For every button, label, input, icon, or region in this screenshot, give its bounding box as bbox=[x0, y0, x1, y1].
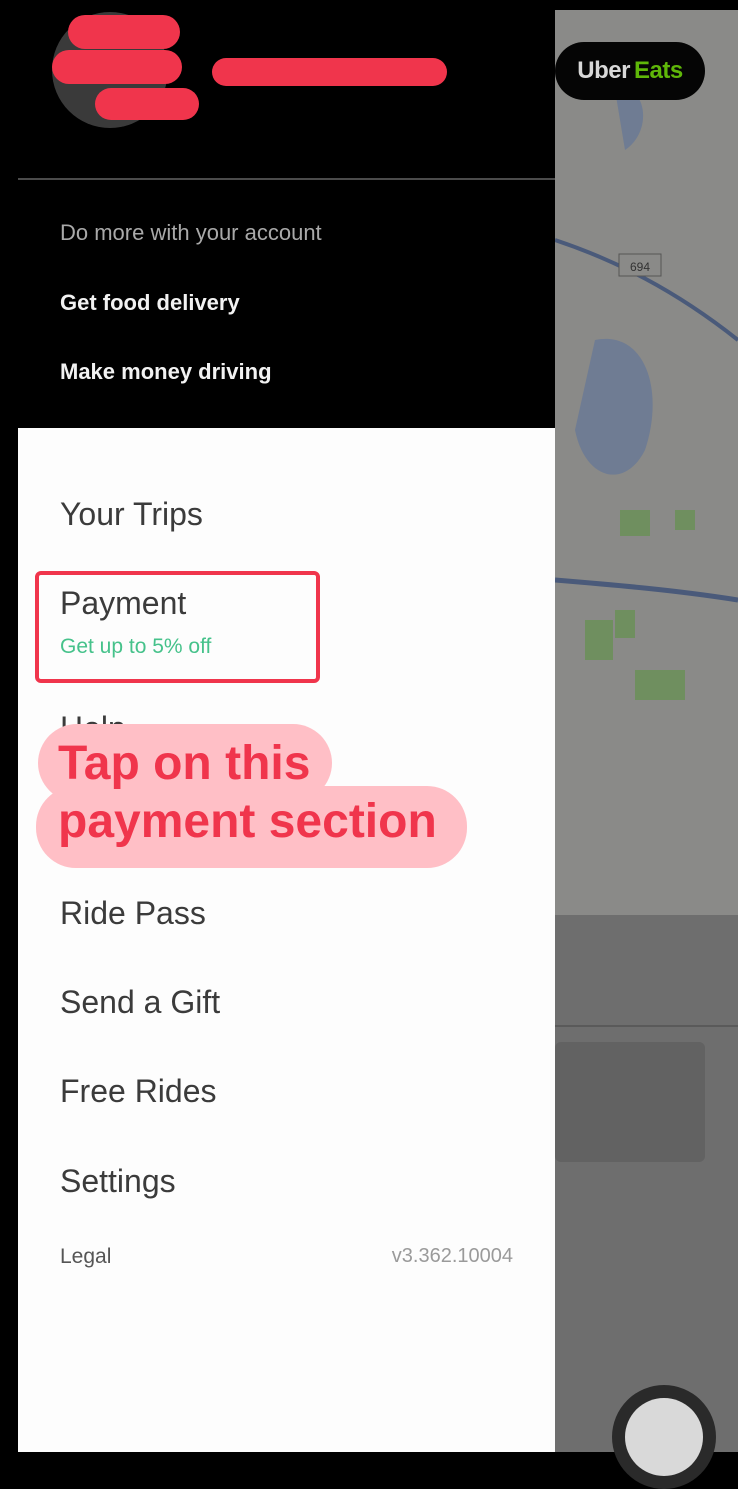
uber-eats-button[interactable]: Uber Eats bbox=[555, 42, 705, 100]
uber-eats-brand-uber: Uber bbox=[577, 57, 630, 84]
make-money-driving-link[interactable]: Make money driving bbox=[60, 359, 272, 385]
menu-item-your-trips[interactable]: Your Trips bbox=[60, 496, 203, 533]
menu-item-ride-pass[interactable]: Ride Pass bbox=[60, 895, 206, 932]
legal-link[interactable]: Legal bbox=[60, 1245, 111, 1269]
menu-panel: Your Trips Payment Get up to 5% off Help… bbox=[18, 428, 555, 1452]
redaction-mark bbox=[212, 58, 447, 86]
map-view[interactable]: 694 bbox=[555, 10, 738, 1452]
header-divider bbox=[18, 178, 555, 180]
app-version: v3.362.10004 bbox=[391, 1245, 513, 1267]
account-header: Do more with your account Get food deliv… bbox=[0, 0, 555, 428]
menu-item-free-rides[interactable]: Free Rides bbox=[60, 1073, 217, 1110]
uber-eats-brand-eats: Eats bbox=[633, 57, 683, 84]
map-card-placeholder bbox=[555, 1042, 705, 1162]
payment-highlight-box bbox=[35, 571, 320, 683]
redaction-mark bbox=[52, 50, 182, 84]
location-button[interactable] bbox=[612, 1385, 716, 1489]
menu-item-settings[interactable]: Settings bbox=[60, 1163, 176, 1200]
get-food-delivery-link[interactable]: Get food delivery bbox=[60, 290, 240, 316]
menu-item-send-gift[interactable]: Send a Gift bbox=[60, 984, 220, 1021]
map-bottom-sheet bbox=[555, 915, 738, 1452]
map-divider bbox=[555, 1025, 738, 1027]
redaction-mark bbox=[68, 15, 180, 49]
annotation-line-1: Tap on this bbox=[38, 724, 333, 802]
redaction-mark bbox=[95, 88, 199, 120]
map-features: 694 bbox=[555, 88, 738, 700]
highway-shield-label: 694 bbox=[630, 260, 650, 274]
do-more-heading: Do more with your account bbox=[60, 220, 322, 245]
